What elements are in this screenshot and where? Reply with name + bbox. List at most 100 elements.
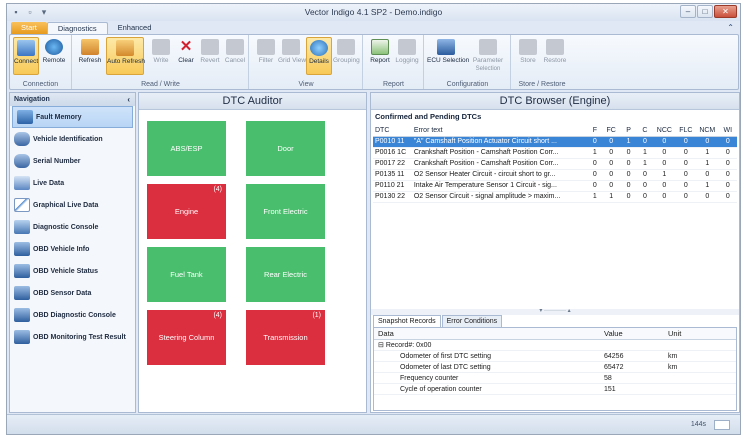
nav-item-vehicle-identification[interactable]: Vehicle Identification (10, 128, 135, 150)
dtc-list-subtitle: Confirmed and Pending DTCs (375, 112, 482, 121)
dtc-flag: 0 (602, 180, 621, 192)
snapshot-row[interactable]: Odometer of first DTC setting 64256 km (374, 351, 736, 362)
dtc-flag: 0 (636, 191, 654, 203)
nav-item-live-data[interactable]: Live Data (10, 172, 135, 194)
obd-monitoring-icon (14, 330, 30, 344)
parameter-icon (479, 39, 497, 55)
nav-item-obd-sensor-data[interactable]: OBD Sensor Data (10, 282, 135, 304)
ecu-tile-front-electric[interactable]: Front Electric (246, 184, 325, 239)
dtc-flag: 0 (718, 158, 737, 170)
app-window: ▪ ▫ ▾ Vector Indigo 4.1 SP2 - Demo.indig… (6, 3, 741, 435)
column-header[interactable]: NCC (653, 125, 676, 137)
tab-snapshot-records[interactable]: Snapshot Records (373, 315, 441, 327)
maximize-button[interactable]: □ (697, 5, 713, 18)
nav-item-label: Graphical Live Data (33, 201, 99, 209)
dtc-code: P0135 11 (373, 169, 412, 181)
dtc-code: P0017 22 (373, 158, 412, 170)
snapshot-row[interactable]: Cycle of operation counter 151 (374, 384, 736, 395)
dtc-flag: 1 (602, 191, 621, 203)
ecu-selection-button[interactable]: ECU Selection (427, 37, 470, 75)
dtc-row[interactable]: P0130 22 O2 Sensor Circuit - signal ampli… (373, 191, 737, 203)
column-header[interactable]: WI (718, 125, 737, 137)
nav-item-label: Vehicle Identification (33, 135, 103, 143)
nav-item-obd-vehicle-info[interactable]: OBD Vehicle Info (10, 238, 135, 260)
column-header[interactable]: FLC (675, 125, 697, 137)
report-button[interactable]: Report (367, 37, 393, 75)
ecu-tile-fuel-tank[interactable]: Fuel Tank (147, 247, 226, 302)
cancel-label: Cancel (224, 57, 246, 64)
close-button[interactable]: ✕ (714, 5, 737, 18)
clear-button[interactable]: ✕ Clear (173, 37, 199, 75)
store-icon (519, 39, 537, 55)
parameter-selection-button[interactable]: Parameter Selection (469, 37, 507, 75)
store-button[interactable]: Store (515, 37, 541, 75)
tile-label: Door (277, 144, 294, 153)
column-header[interactable]: Unit (664, 328, 734, 339)
collapse-icon[interactable]: ‹ (127, 93, 130, 106)
column-header[interactable]: P (620, 125, 637, 137)
revert-button[interactable]: Revert (197, 37, 223, 75)
details-button[interactable]: Details (306, 37, 332, 75)
restore-icon (546, 39, 564, 55)
ecu-tile-engine[interactable]: (4) Engine (147, 184, 226, 239)
nav-item-obd-diagnostic-console[interactable]: OBD Diagnostic Console (10, 304, 135, 326)
write-button[interactable]: Write (148, 37, 174, 75)
dtc-code: P0010 11 (373, 136, 412, 148)
tab-enhanced[interactable]: Enhanced (108, 22, 162, 34)
details-label: Details (309, 58, 329, 65)
ecu-tile-rear-electric[interactable]: Rear Electric (246, 247, 325, 302)
nav-item-label: Fault Memory (36, 113, 82, 121)
group-label: Report (382, 81, 404, 88)
snapshot-name: Odometer of first DTC setting (400, 353, 492, 360)
nav-item-obd-vehicle-status[interactable]: OBD Vehicle Status (10, 260, 135, 282)
column-header[interactable]: C (636, 125, 654, 137)
minimize-button[interactable]: – (680, 5, 696, 18)
tab-diagnostics[interactable]: Diagnostics (46, 22, 108, 34)
zoom-slider[interactable] (714, 420, 730, 430)
ecu-tile-door[interactable]: Door (246, 121, 325, 176)
dtc-flag: 0 (602, 169, 621, 181)
grid-view-button[interactable]: Grid View (278, 37, 306, 75)
ecu-tile-transmission[interactable]: (1) Transmission (246, 310, 325, 365)
snapshot-row[interactable]: Odometer of last DTC setting 65472 km (374, 362, 736, 373)
column-header[interactable]: Error text (411, 125, 588, 137)
tab-error-conditions[interactable]: Error Conditions (441, 315, 503, 327)
filter-button[interactable]: Filter (253, 37, 279, 75)
group-read-write: Refresh Auto Refresh Write ✕ Clear Rever… (73, 35, 249, 89)
grouping-button[interactable]: Grouping (333, 37, 360, 75)
ecu-tile-steering-column[interactable]: (4) Steering Column (147, 310, 226, 365)
column-header[interactable]: DTC (373, 125, 412, 137)
dtc-row[interactable]: P0010 11 "A" Camshaft Position Actuator C… (373, 136, 737, 148)
nav-item-serial-number[interactable]: Serial Number (10, 150, 135, 172)
connect-button[interactable]: Connect (13, 37, 39, 75)
dtc-row[interactable]: P0135 11 O2 Sensor Heater Circuit - circu… (373, 169, 737, 181)
column-header[interactable]: Data (374, 328, 600, 339)
remote-label: Remote (42, 57, 66, 64)
tab-start[interactable]: Start (11, 22, 47, 34)
column-header[interactable]: NCM (696, 125, 719, 137)
refresh-button[interactable]: Refresh (77, 37, 103, 75)
dtc-row[interactable]: P0017 22 Crankshaft Position - Camshaft P… (373, 158, 737, 170)
collapse-toggle-icon[interactable]: ⊟ (378, 342, 384, 349)
column-header[interactable]: F (587, 125, 603, 137)
dtc-row[interactable]: P0016 1C Crankshaft Position - Camshaft P… (373, 147, 737, 159)
record-group-row[interactable]: ⊟ Record#: 0x00 (374, 340, 736, 351)
restore-label: Restore (543, 57, 567, 64)
ecu-selection-label: ECU Selection (427, 57, 470, 64)
nav-item-graphical-live-data[interactable]: Graphical Live Data (10, 194, 135, 216)
nav-item-fault-memory[interactable]: Fault Memory (12, 106, 133, 128)
help-icon[interactable]: ⌃ (727, 23, 734, 32)
column-header[interactable]: FC (602, 125, 621, 137)
dtc-row[interactable]: P0110 21 Intake Air Temperature Sensor 1 … (373, 180, 737, 192)
auto-refresh-button[interactable]: Auto Refresh (106, 37, 145, 75)
cancel-button[interactable]: Cancel (222, 37, 248, 75)
remote-button[interactable]: Remote (41, 37, 67, 75)
zoom-level: 144s (690, 421, 706, 428)
ecu-tile-abs-esp[interactable]: ABS/ESP (147, 121, 226, 176)
snapshot-row[interactable]: Frequency counter 58 (374, 373, 736, 384)
column-header[interactable]: Value (600, 328, 664, 339)
nav-item-obd-monitoring-test-result[interactable]: OBD Monitoring Test Result (10, 326, 135, 348)
nav-item-diagnostic-console[interactable]: Diagnostic Console (10, 216, 135, 238)
logging-button[interactable]: Logging (394, 37, 420, 75)
restore-button[interactable]: Restore (542, 37, 568, 75)
